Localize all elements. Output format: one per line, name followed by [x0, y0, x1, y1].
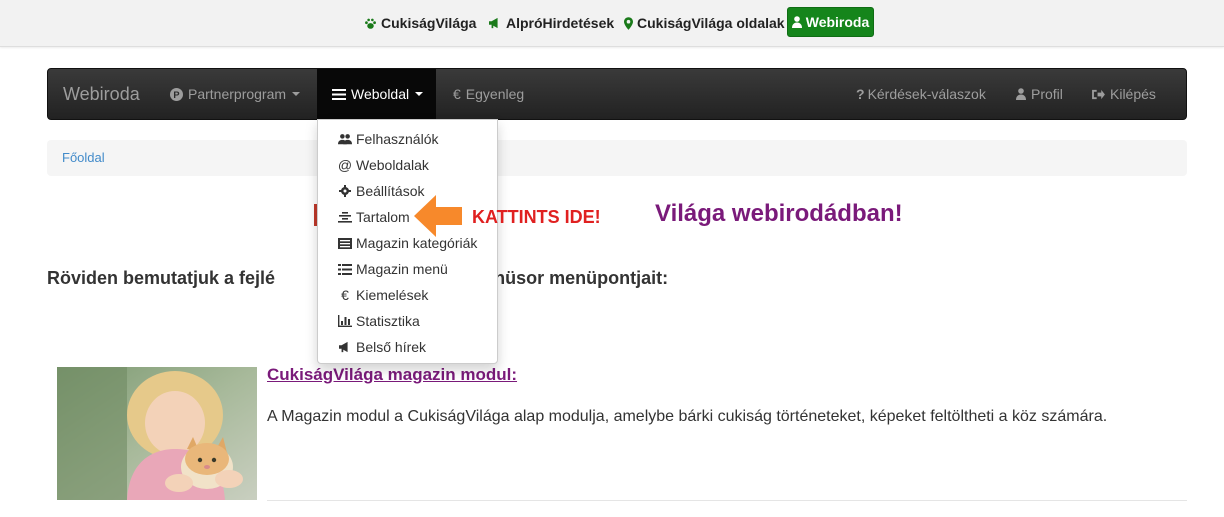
top-link-label: CukiságVilága — [381, 15, 477, 31]
nav-label: Kilépés — [1110, 86, 1156, 102]
dropdown-label: Kiemelések — [356, 287, 429, 303]
p-circle-icon: P — [170, 87, 183, 101]
nav-label: Kérdések-válaszok — [867, 86, 986, 102]
logout-icon — [1092, 89, 1105, 100]
nav-kilepes[interactable]: Kilépés — [1092, 69, 1156, 119]
nav-label: Weboldal — [351, 86, 410, 102]
breadcrumb-home-link[interactable]: Főoldal — [62, 150, 105, 165]
nav-profil[interactable]: Profil — [1016, 69, 1063, 119]
list-icon — [332, 88, 346, 100]
top-link-label: CukiságVilága oldalak — [637, 15, 785, 31]
user-icon — [1016, 88, 1026, 100]
breadcrumb: Főoldal — [47, 140, 1187, 176]
paw-icon — [364, 17, 377, 30]
top-link-aprohirdetesek[interactable]: AlpróHirdetések — [488, 13, 614, 33]
dropdown-label: Tartalom — [356, 209, 410, 225]
dropdown-item-kiemelesek[interactable]: € Kiemelések — [338, 285, 428, 305]
bullhorn-icon — [488, 17, 502, 29]
article-image-girl-with-kitten[interactable] — [57, 367, 257, 500]
nav-egyenleg[interactable]: € Egyenleg — [453, 69, 524, 119]
nav-weboldal[interactable]: Weboldal — [317, 69, 436, 119]
dropdown-item-felhasznalok[interactable]: Felhasználók — [338, 129, 439, 149]
at-icon: @ — [337, 157, 353, 173]
top-link-label: AlpróHirdetések — [506, 15, 615, 31]
dropdown-label: Magazin menü — [356, 261, 448, 277]
map-marker-icon — [624, 16, 633, 30]
top-bar: CukiságVilága AlpróHirdetések CukiságVil… — [0, 0, 1224, 47]
users-icon — [338, 133, 352, 145]
top-link-oldalak[interactable]: CukiságVilága oldalak — [624, 13, 785, 33]
dropdown-label: Belső hírek — [356, 339, 427, 355]
caret-down-icon — [415, 92, 424, 96]
svg-text:P: P — [173, 89, 179, 99]
main-navbar: Webiroda P Partnerprogram Weboldal € Egy… — [47, 68, 1187, 120]
euro-icon: € — [453, 86, 461, 102]
annotation-arrow-icon — [414, 195, 464, 242]
annotation-text: KATTINTS IDE! — [472, 207, 601, 227]
divider — [267, 500, 1187, 501]
welcome-heading: Világa webirodádban! — [655, 200, 903, 227]
nav-kerdesek-valaszok[interactable]: ? Kérdések-válaszok — [856, 69, 986, 119]
align-center-icon — [338, 211, 352, 223]
webiroda-button-label: Webiroda — [805, 14, 870, 30]
list-alt-icon — [338, 237, 352, 249]
top-link-cukisagvilaga[interactable]: CukiságVilága — [364, 13, 476, 33]
caret-down-icon — [292, 92, 301, 96]
user-icon — [791, 16, 802, 28]
weboldal-dropdown-menu: Felhasználók @ Weboldalak Beállítások Ta… — [317, 119, 498, 364]
article-title-link[interactable]: CukiságVilága magazin modul: — [267, 365, 517, 385]
dropdown-item-magazin-menu[interactable]: Magazin menü — [338, 259, 448, 279]
navbar-brand[interactable]: Webiroda — [63, 84, 140, 105]
nav-label: Partnerprogram — [188, 86, 287, 102]
dropdown-item-belso-hirek[interactable]: Belső hírek — [338, 337, 426, 357]
bullhorn-icon — [338, 341, 352, 353]
nav-label: Profil — [1031, 86, 1063, 102]
dropdown-item-statisztika[interactable]: Statisztika — [338, 311, 420, 331]
article-body: A Magazin modul a CukiságVilága alap mod… — [267, 408, 1108, 425]
dropdown-label: Statisztika — [356, 313, 420, 329]
list-icon — [338, 263, 352, 275]
dropdown-label: Felhasználók — [356, 131, 439, 147]
bar-chart-icon — [338, 315, 352, 327]
dropdown-item-tartalom[interactable]: Tartalom — [338, 207, 410, 227]
question-icon: ? — [856, 86, 865, 102]
webiroda-button[interactable]: Webiroda — [787, 7, 874, 37]
dropdown-label: Weboldalak — [356, 157, 429, 173]
intro-text-left: Röviden bemutatjuk a fejlé — [47, 268, 276, 288]
gear-icon — [338, 185, 352, 197]
euro-icon: € — [341, 287, 349, 303]
nav-label: Egyenleg — [465, 86, 525, 102]
dropdown-item-weboldalak[interactable]: @ Weboldalak — [338, 155, 429, 175]
dropdown-item-beallitasok[interactable]: Beállítások — [338, 181, 424, 201]
nav-partnerprogram[interactable]: P Partnerprogram — [170, 69, 301, 119]
